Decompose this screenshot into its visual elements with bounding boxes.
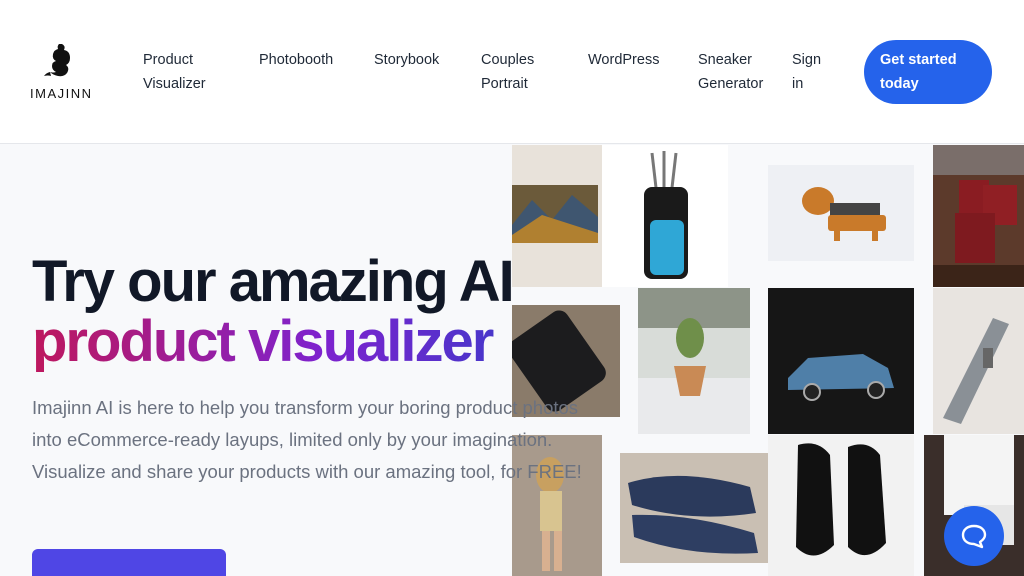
cta-label: Get started	[880, 52, 957, 68]
nav-label: Generator	[698, 76, 764, 92]
painting-photo	[512, 145, 602, 287]
nav-label: Portrait	[481, 76, 528, 92]
brand-name: IMAJINN	[30, 86, 93, 101]
nav-sign-in[interactable]: Sign in	[792, 48, 821, 96]
model-ship-photo	[933, 288, 1024, 434]
hero-title-line1: Try our amazing AI	[32, 249, 515, 314]
nav-label: Visualizer	[143, 76, 206, 92]
hero-title: Try our amazing AI product visualizer	[32, 249, 515, 372]
nav-label: Storybook	[374, 52, 440, 68]
candles-photo	[933, 145, 1024, 287]
golf-bag-photo	[602, 145, 728, 287]
toy-car-photo	[768, 288, 914, 434]
nav-label: Sneaker	[698, 52, 753, 68]
nav-sneaker-generator[interactable]: Sneaker Generator	[698, 48, 763, 96]
hero-title-line2: product visualizer	[32, 312, 513, 372]
nav-wordpress[interactable]: WordPress	[588, 48, 659, 72]
nav-product-visualizer[interactable]: Product Visualizer	[143, 48, 206, 96]
blue-sneakers-photo	[620, 453, 768, 563]
genie-logo-icon	[44, 44, 70, 77]
nav-label: in	[792, 76, 804, 92]
nav-storybook[interactable]: Storybook	[374, 48, 439, 72]
nav-label: Couples	[481, 52, 535, 68]
nav-label: Photobooth	[259, 52, 334, 68]
cta-label: today	[880, 76, 919, 92]
chat-launcher[interactable]	[944, 506, 1004, 566]
brand-logo[interactable]: IMAJINN	[30, 42, 93, 104]
hero-description: Imajinn AI is here to help you transform…	[32, 397, 582, 482]
nav-label: Sign	[792, 52, 822, 68]
nav-label: Product	[143, 52, 193, 68]
nav-couples-portrait[interactable]: Couples Portrait	[481, 48, 534, 96]
black-sneakers-photo	[768, 435, 914, 576]
nav-photobooth[interactable]: Photobooth	[259, 48, 333, 72]
site-header: IMAJINN Product Visualizer Photobooth St…	[0, 0, 1024, 144]
cactus-photo	[638, 288, 750, 434]
slinky-dog-toy-photo	[768, 165, 914, 261]
product-photo-collage	[512, 145, 1024, 576]
get-started-button[interactable]: Get started today	[864, 40, 992, 104]
hero-cta-button[interactable]	[32, 549, 226, 576]
chat-bubble-icon	[961, 524, 987, 549]
nav-label: WordPress	[588, 52, 660, 68]
